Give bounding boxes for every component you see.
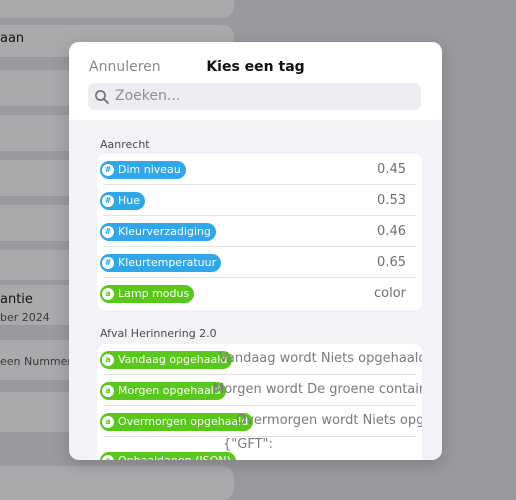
- text-icon: a: [102, 385, 114, 397]
- tag-value: 0.53: [377, 193, 406, 208]
- tag-group-aanrecht: # Dim niveau 0.45 # Hue 0.53 # Kleurverzadi…: [97, 154, 422, 310]
- tag-pill: a Vandaag opgehaald: [100, 351, 233, 369]
- tag-row[interactable]: a Morgen opgehaald Morgen wordt De groene…: [97, 375, 422, 406]
- number-icon: #: [102, 257, 114, 269]
- tag-row[interactable]: # Dim niveau 0.45: [97, 154, 422, 185]
- tag-label: Kleurtemperatuur: [118, 256, 217, 269]
- tag-pill: # Hue: [100, 192, 146, 210]
- tag-row[interactable]: a Vandaag opgehaald Vandaag wordt Niets o…: [97, 344, 422, 375]
- tag-pill: a Ophaaldagen (JSON): [100, 452, 236, 460]
- tag-value: Overmorgen wordt Niets opgehaal: [236, 413, 422, 428]
- tag-value: Morgen wordt De groene container op: [213, 382, 422, 397]
- tag-label: Overmorgen opgehaald: [118, 415, 249, 428]
- tag-label: Dim niveau: [118, 163, 181, 176]
- section-title-aanrecht: Aanrecht: [100, 138, 150, 151]
- tag-pill: a Overmorgen opgehaald: [100, 413, 254, 431]
- number-icon: #: [102, 226, 114, 238]
- tag-value: {"GFT":: [223, 437, 273, 452]
- tag-value: Vandaag wordt Niets opgehaald.: [219, 351, 422, 366]
- tag-value: 0.65: [377, 255, 406, 270]
- tag-label: Morgen opgehaald: [118, 384, 221, 397]
- search-placeholder: Zoeken...: [115, 88, 181, 104]
- background-item-sublabel: ber 2024: [0, 311, 50, 324]
- text-icon: a: [102, 455, 114, 460]
- tag-group-afval: a Vandaag opgehaald Vandaag wordt Niets o…: [97, 344, 422, 460]
- tag-label: Vandaag opgehaald: [118, 353, 228, 366]
- tag-label: Hue: [118, 194, 141, 207]
- tag-pill: a Morgen opgehaald: [100, 382, 226, 400]
- tag-value: 0.46: [377, 224, 406, 239]
- background-list-item: [0, 466, 234, 500]
- tag-label: Ophaaldagen (JSON): [118, 452, 231, 460]
- tag-row[interactable]: a Lamp modus color: [97, 278, 422, 309]
- tag-pill: # Kleurverzadiging: [100, 223, 216, 241]
- search-icon: [95, 90, 109, 104]
- tag-row[interactable]: a Ophaaldagen (JSON) {"GFT":: [97, 437, 422, 460]
- text-icon: a: [102, 288, 114, 300]
- tag-row[interactable]: # Kleurverzadiging 0.46: [97, 216, 422, 247]
- tag-row[interactable]: # Kleurtemperatuur 0.65: [97, 247, 422, 278]
- background-item-label: aan: [0, 31, 25, 46]
- background-list-item: [0, 0, 234, 18]
- sheet-header: Annuleren Kies een tag Zoeken...: [69, 42, 442, 120]
- tag-pill: # Kleurtemperatuur: [100, 254, 222, 272]
- tag-label: Lamp modus: [118, 287, 190, 300]
- sheet-title: Kies een tag: [206, 59, 305, 75]
- section-title-afval: Afval Herinnering 2.0: [100, 327, 217, 340]
- tag-label: Kleurverzadiging: [118, 225, 211, 238]
- tag-pill: a Lamp modus: [100, 285, 195, 303]
- background-item-label: antie: [0, 292, 33, 307]
- tag-pill: # Dim niveau: [100, 161, 186, 179]
- tag-value: 0.45: [377, 162, 406, 177]
- tag-row[interactable]: a Overmorgen opgehaald Overmorgen wordt N…: [97, 406, 422, 437]
- text-icon: a: [102, 416, 114, 428]
- search-input[interactable]: Zoeken...: [88, 83, 421, 110]
- tag-row[interactable]: # Hue 0.53: [97, 185, 422, 216]
- text-icon: a: [102, 354, 114, 366]
- tag-picker-sheet: Annuleren Kies een tag Zoeken... Aanrech…: [69, 42, 442, 460]
- tag-value: color: [373, 286, 406, 301]
- number-icon: #: [102, 164, 114, 176]
- number-icon: #: [102, 195, 114, 207]
